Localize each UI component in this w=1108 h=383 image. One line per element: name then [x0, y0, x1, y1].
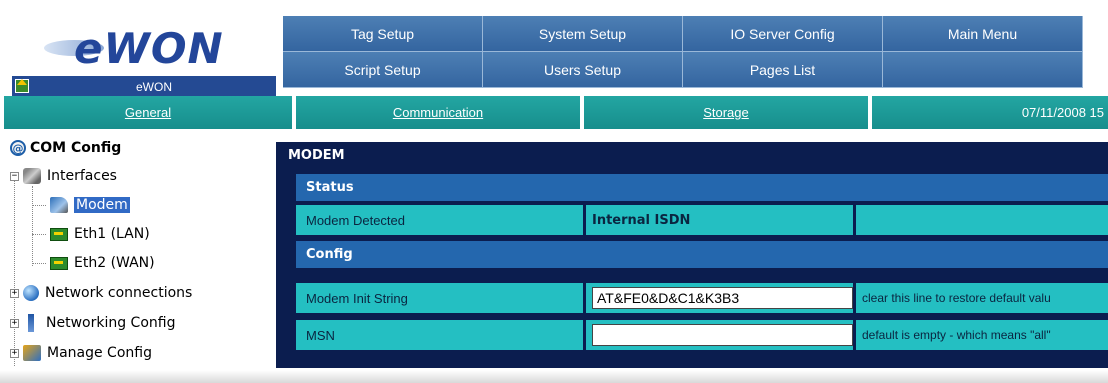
top-menu: Tag Setup System Setup IO Server Config … — [283, 16, 1108, 88]
tree-item-label: Interfaces — [47, 168, 117, 184]
expand-icon[interactable]: + — [10, 348, 19, 358]
tree-item-label: Eth2 (WAN) — [74, 255, 155, 271]
nav-storage[interactable]: Storage — [584, 96, 872, 129]
menu-pages-list[interactable]: Pages List — [683, 52, 883, 88]
tree-item-interfaces[interactable]: − Interfaces — [10, 165, 117, 187]
expand-icon[interactable]: + — [10, 288, 19, 298]
tree-item-network-connections[interactable]: + Network connections — [10, 282, 192, 304]
msn-row: MSN default is empty - which means "all" — [296, 320, 1108, 350]
app-name: eWON — [136, 80, 172, 94]
init-string-cell: AT&FE0&D&C1&K3B3 — [586, 283, 856, 313]
brand-logo: eWON — [74, 24, 224, 73]
tree-connector — [32, 233, 46, 235]
modem-icon — [50, 197, 68, 213]
tree-item-eth2[interactable]: Eth2 (WAN) — [32, 252, 155, 274]
nav-general[interactable]: General — [4, 96, 296, 129]
modem-panel: MODEM Status Modem Detected Internal ISD… — [276, 142, 1108, 368]
modem-detected-value: Internal ISDN — [586, 205, 856, 235]
nav-communication[interactable]: Communication — [296, 96, 584, 129]
tree-item-label: Eth1 (LAN) — [74, 226, 150, 242]
msn-hint: default is empty - which means "all" — [856, 320, 1108, 350]
menu-system-setup[interactable]: System Setup — [483, 16, 683, 52]
collapse-icon[interactable]: − — [10, 171, 19, 181]
tree-root-label: COM Config — [30, 140, 122, 156]
msn-cell — [586, 320, 856, 350]
tree-item-networking-config[interactable]: + Networking Config — [10, 312, 175, 334]
init-string-label: Modem Init String — [296, 283, 586, 313]
menu-io-server-config[interactable]: IO Server Config — [683, 16, 883, 52]
config-tree: @ COM Config − Interfaces Modem Eth1 (LA… — [8, 136, 270, 383]
modem-detected-label: Modem Detected — [296, 205, 586, 235]
tree-item-label: Modem — [74, 197, 130, 213]
interfaces-icon — [23, 168, 41, 184]
section-nav: General Communication Storage 07/11/2008… — [4, 96, 1108, 129]
tree-root[interactable]: @ COM Config — [10, 140, 121, 156]
init-string-hint: clear this line to restore default valu — [856, 283, 1108, 313]
logo: eWON eWON — [4, 10, 276, 98]
globe-icon — [23, 285, 39, 301]
init-string-row: Modem Init String AT&FE0&D&C1&K3B3 clear… — [296, 283, 1108, 313]
msn-label: MSN — [296, 320, 586, 350]
tree-line — [14, 176, 15, 366]
torn-edge — [0, 370, 1108, 383]
at-icon: @ — [10, 140, 26, 156]
network-card-icon — [50, 256, 68, 270]
tree-item-label: Manage Config — [47, 345, 152, 361]
menu-empty — [883, 52, 1083, 88]
menu-main-menu[interactable]: Main Menu — [883, 16, 1083, 52]
modem-detected-hint — [856, 205, 1108, 235]
cable-icon — [28, 314, 34, 332]
modem-detected-row: Modem Detected Internal ISDN — [296, 205, 1108, 235]
menu-script-setup[interactable]: Script Setup — [283, 52, 483, 88]
nav-datetime: 07/11/2008 15 — [872, 96, 1108, 129]
menu-tag-setup[interactable]: Tag Setup — [283, 16, 483, 52]
panel-title: MODEM — [288, 148, 345, 163]
network-card-icon — [50, 227, 68, 241]
manage-icon — [23, 345, 41, 361]
tree-item-manage-config[interactable]: + Manage Config — [10, 342, 152, 364]
init-string-input[interactable]: AT&FE0&D&C1&K3B3 — [592, 287, 853, 309]
home-bar[interactable]: eWON — [12, 76, 276, 98]
tree-connector — [32, 262, 46, 264]
config-section-header: Config — [296, 241, 1108, 268]
status-section-header: Status — [296, 174, 1108, 201]
msn-input[interactable] — [592, 324, 853, 346]
tree-connector — [32, 204, 46, 206]
tree-item-label: Network connections — [45, 285, 193, 301]
tree-item-label: Networking Config — [46, 315, 176, 331]
expand-icon[interactable]: + — [10, 318, 19, 328]
menu-users-setup[interactable]: Users Setup — [483, 52, 683, 88]
tree-item-modem[interactable]: Modem — [32, 194, 130, 216]
tree-item-eth1[interactable]: Eth1 (LAN) — [32, 223, 150, 245]
